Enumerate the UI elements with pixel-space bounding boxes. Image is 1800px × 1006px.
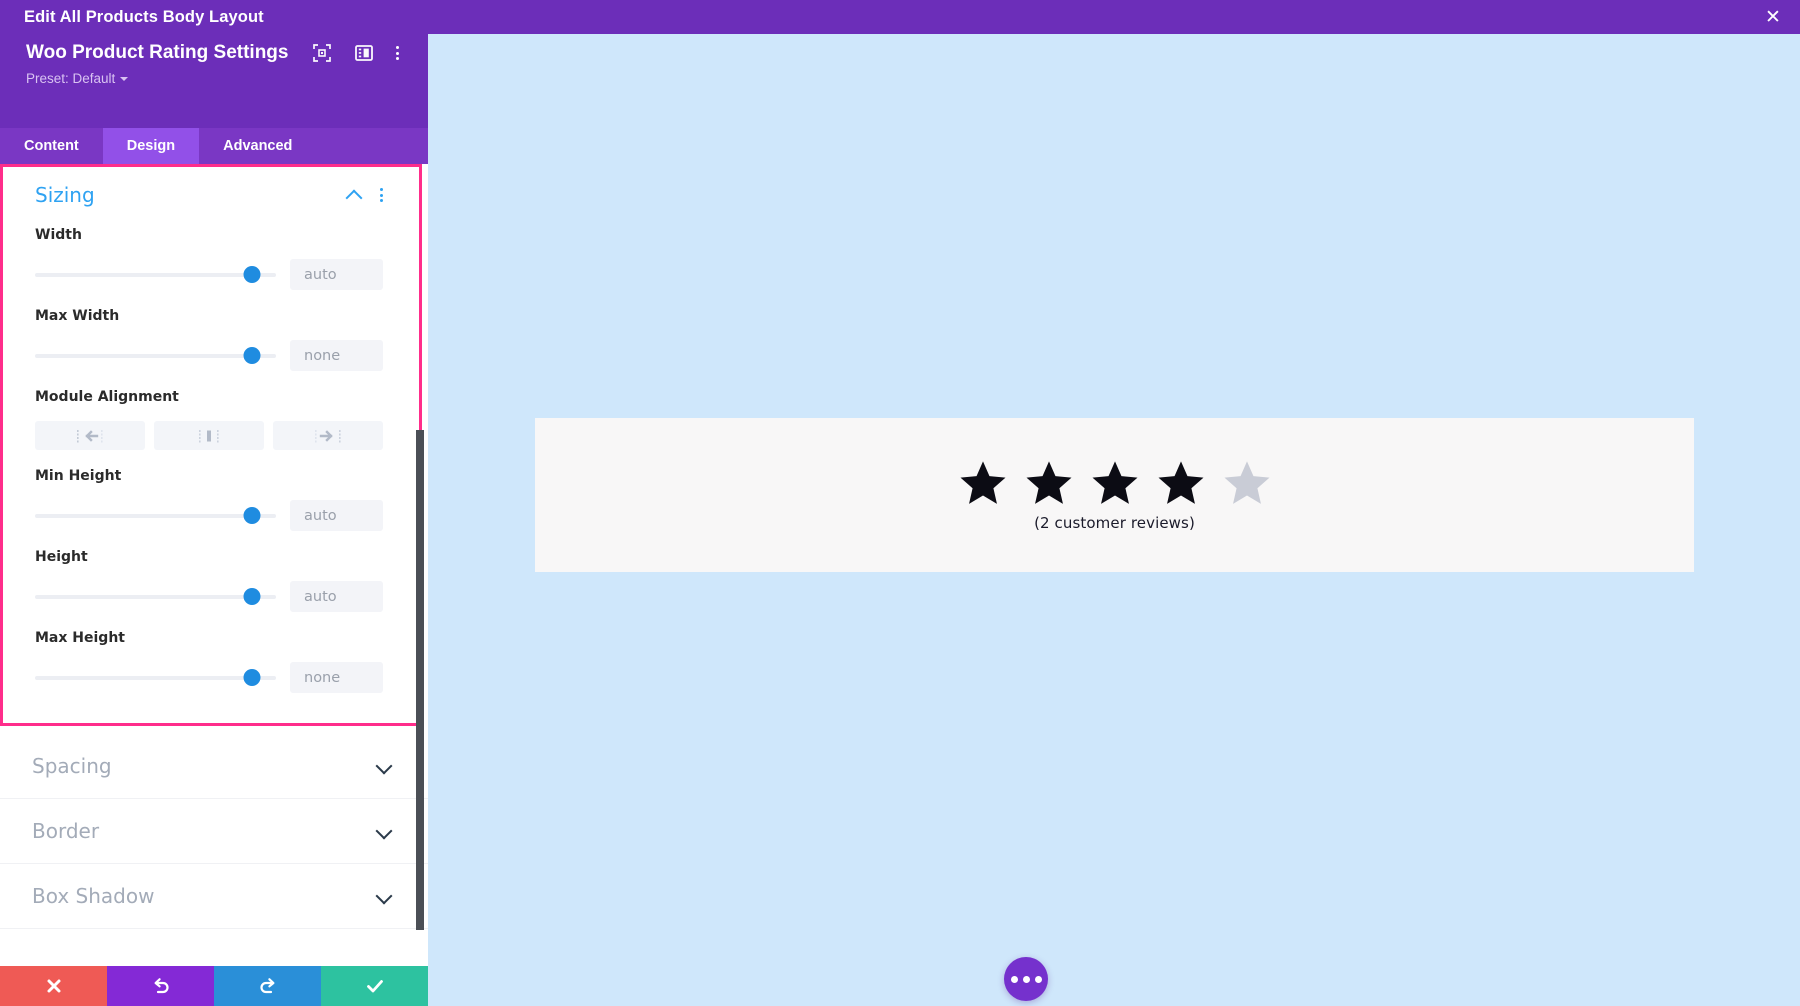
width-slider[interactable]	[35, 265, 276, 283]
max-width-value[interactable]: none	[290, 340, 383, 371]
tab-content[interactable]: Content	[0, 128, 103, 164]
layout-panel-icon[interactable]	[354, 43, 374, 63]
field-label-max-height: Max Height	[35, 630, 125, 646]
preset-selector[interactable]: Preset: Default	[26, 71, 129, 86]
panel-tabs: Content Design Advanced	[0, 128, 428, 164]
field-label-module-alignment: Module Alignment	[35, 389, 179, 405]
slider-knob[interactable]	[243, 587, 261, 605]
panel-body: Sizing Width auto Max Width none Module …	[0, 164, 428, 1006]
slider-track	[35, 594, 276, 599]
align-right-icon	[315, 429, 341, 442]
star-filled-icon	[1158, 461, 1203, 504]
panel-header: Woo Product Rating Settings Preset: Defa…	[0, 28, 428, 128]
slider-track	[35, 353, 276, 358]
field-module-alignment: Module Alignment	[35, 389, 383, 450]
max-height-value[interactable]: none	[290, 662, 383, 693]
star-filled-icon	[1092, 461, 1137, 504]
settings-panel: Woo Product Rating Settings Preset: Defa…	[0, 28, 428, 1006]
more-options-icon[interactable]	[380, 188, 383, 202]
field-label-min-height: Min Height	[35, 468, 122, 484]
sizing-section-header[interactable]: Sizing	[35, 183, 383, 207]
chevron-up-icon[interactable]	[346, 190, 362, 200]
section-spacing[interactable]: Spacing	[0, 734, 428, 799]
chevron-down-icon[interactable]	[376, 825, 392, 837]
more-options-icon[interactable]	[396, 46, 400, 60]
check-icon	[366, 980, 383, 993]
field-width: Width auto	[35, 227, 383, 290]
field-max-width: Max Width none	[35, 308, 383, 371]
sizing-section: Sizing Width auto Max Width none Module …	[0, 164, 422, 726]
preset-label: Preset: Default	[26, 71, 116, 86]
fab-dot	[1010, 975, 1018, 983]
min-height-slider[interactable]	[35, 506, 276, 524]
slider-knob[interactable]	[243, 346, 261, 364]
slider-track	[35, 513, 276, 518]
cancel-button[interactable]	[0, 966, 107, 1006]
slider-knob[interactable]	[243, 265, 261, 283]
align-right-button[interactable]	[273, 421, 383, 450]
min-height-value[interactable]: auto	[290, 500, 383, 531]
field-label-max-width: Max Width	[35, 308, 120, 324]
max-width-slider[interactable]	[35, 346, 276, 364]
save-button[interactable]	[321, 966, 428, 1006]
section-border[interactable]: Border	[0, 799, 428, 864]
field-min-height: Min Height auto	[35, 468, 383, 531]
top-bar-title: Edit All Products Body Layout	[24, 7, 264, 26]
slider-track	[35, 272, 276, 277]
close-icon	[47, 979, 60, 993]
star-empty-icon	[1224, 461, 1269, 504]
focus-target-icon[interactable]	[312, 43, 332, 63]
preview-canvas: (2 customer reviews)	[428, 34, 1800, 1006]
field-height: Height auto	[35, 549, 383, 612]
align-center-icon	[199, 429, 219, 442]
redo-icon	[259, 978, 274, 994]
field-label-width: Width	[35, 227, 82, 243]
undo-button[interactable]	[107, 966, 214, 1006]
customer-reviews-label: (2 customer reviews)	[1034, 514, 1195, 532]
width-value[interactable]: auto	[290, 259, 383, 290]
chevron-down-icon[interactable]	[376, 760, 392, 772]
panel-action-bar	[0, 966, 428, 1006]
top-bar: Edit All Products Body Layout ✕	[0, 0, 1800, 34]
chevron-down-icon	[120, 76, 129, 81]
align-center-button[interactable]	[154, 421, 264, 450]
tab-design[interactable]: Design	[102, 128, 200, 164]
fab-dot	[1022, 975, 1030, 983]
slider-knob[interactable]	[243, 668, 261, 686]
height-slider[interactable]	[35, 587, 276, 605]
redo-button[interactable]	[214, 966, 321, 1006]
align-left-icon	[77, 429, 103, 442]
panel-scrollbar[interactable]	[416, 430, 424, 930]
more-options-fab[interactable]	[1004, 957, 1048, 1001]
undo-icon	[154, 978, 169, 994]
tab-advanced[interactable]: Advanced	[199, 128, 316, 164]
field-label-height: Height	[35, 549, 88, 565]
star-filled-icon	[1026, 461, 1071, 504]
field-max-height: Max Height none	[35, 630, 383, 693]
section-box-shadow[interactable]: Box Shadow	[0, 864, 428, 929]
section-box-shadow-label: Box Shadow	[32, 884, 155, 908]
close-icon[interactable]: ✕	[1760, 4, 1786, 30]
module-title: Woo Product Rating Settings	[26, 42, 289, 63]
max-height-slider[interactable]	[35, 668, 276, 686]
section-spacing-label: Spacing	[32, 754, 112, 778]
star-rating	[957, 458, 1273, 508]
align-left-button[interactable]	[35, 421, 145, 450]
sizing-section-title: Sizing	[35, 183, 95, 207]
slider-track	[35, 675, 276, 680]
height-value[interactable]: auto	[290, 581, 383, 612]
section-border-label: Border	[32, 819, 100, 843]
chevron-down-icon[interactable]	[376, 890, 392, 902]
product-rating-preview-card: (2 customer reviews)	[535, 418, 1694, 572]
slider-knob[interactable]	[243, 506, 261, 524]
star-filled-icon	[960, 461, 1005, 504]
fab-dot	[1034, 975, 1042, 983]
